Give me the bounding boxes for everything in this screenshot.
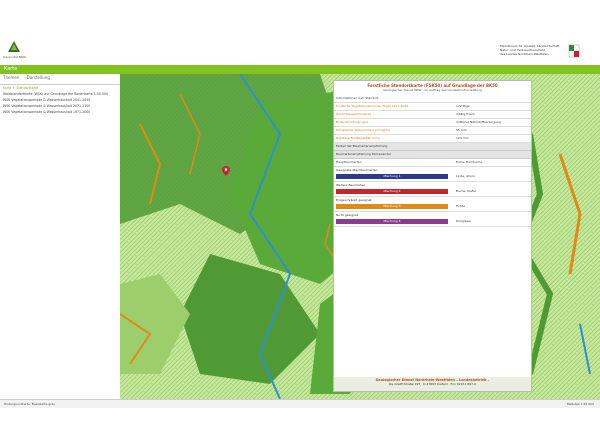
- tab-themen[interactable]: Themen: [3, 75, 19, 80]
- recommend-row: Weitere Baumarten Mischung 2 Buche, Kief…: [334, 182, 531, 197]
- recommend-label: Geeignete Mischbaumarten: [336, 168, 378, 172]
- info-key: Forstliche Vegetationsperiode (Tage) 197…: [336, 104, 409, 108]
- recommend-label: Hauptbaumarten: [336, 160, 362, 164]
- popup-title: Forstliche Standortkarte (FSK50) auf Gru…: [367, 83, 498, 88]
- info-row: Klimatische Wasserbilanz (mm/Jahr) 55 mm: [334, 127, 531, 135]
- info-value: 172 Tage: [456, 104, 470, 108]
- recommend-value: Eiche, Hainbuche: [456, 160, 483, 164]
- info-value: mäßig frisch: [456, 112, 475, 116]
- scale-label: Maßstab 1:25.000: [566, 402, 594, 406]
- recommend-value: Douglasie: [456, 219, 471, 223]
- tab-darstellung[interactable]: Darstellung: [27, 75, 50, 80]
- recommend-label: Nicht geeignet: [336, 213, 359, 217]
- info-key: Gesamtwasserhaushalt: [336, 112, 372, 116]
- section-header: Modell der Baumartenempfehlung: [334, 143, 531, 151]
- ministry-line-3: des Landes Nordrhein-Westfalen: [500, 52, 549, 56]
- info-row: Gesamtwasserhaushalt mäßig frisch: [334, 111, 531, 119]
- recommend-value: Buche, Kiefer: [456, 189, 477, 193]
- nav-title[interactable]: Karte: [4, 66, 17, 72]
- info-key: Nutzbare Feldkapazität (mm): [336, 136, 380, 140]
- recommend-label: Eingeschränkt geeignet: [336, 198, 372, 202]
- ministry-text: Ministerium für Umwelt, Landwirtschaft, …: [500, 44, 596, 60]
- info-key: Bodenstrukturgruppe: [336, 120, 369, 124]
- logo-caption: Geoportal.NRW: [3, 55, 26, 59]
- info-row: Forstliche Vegetationsperiode (Tage) 197…: [334, 103, 531, 111]
- info-key: Klimatische Wasserbilanz (mm/Jahr): [336, 128, 391, 132]
- geoportal-logo-icon[interactable]: [4, 40, 24, 54]
- info-key: Informationen zum Standort: [336, 96, 379, 100]
- info-value: mittlerer Nährstoffversorgung: [456, 120, 501, 124]
- recommend-value: Linde, Ahorn: [456, 174, 475, 178]
- swatch: Mischung 2: [336, 189, 448, 194]
- info-value: 124 mm: [456, 136, 469, 140]
- swatch: Mischung 1: [336, 174, 448, 179]
- footer-text: De-Greiff-Straße 195 · D-47803 Krefeld ·…: [389, 382, 476, 386]
- layer-item[interactable]: WSK Vegetationsperiode & Wasserhaushalt …: [0, 109, 120, 115]
- recommend-value: Fichte: [456, 204, 465, 208]
- section-header: Baumartenempfehlung Klimawandel: [334, 151, 531, 159]
- info-row: Informationen zum Standort: [334, 95, 531, 103]
- recommend-row: Hauptbaumarten Eiche, Hainbuche: [334, 159, 531, 167]
- nrw-crest-icon: [568, 44, 580, 58]
- top-navigation-bar: Karte: [0, 65, 600, 74]
- status-bar: Hintergrundkarte: Basiskarte grau Maßsta…: [0, 399, 600, 408]
- recommend-row: Geeignete Mischbaumarten Mischung 1 Lind…: [334, 167, 531, 182]
- layer-panel: Themen Darstellung Karte + Standortkarte…: [0, 74, 121, 399]
- popup-footer: Geologischer Dienst Nordrhein-Westfalen …: [334, 377, 531, 391]
- basemap-label[interactable]: Hintergrundkarte: Basiskarte grau: [4, 402, 55, 406]
- info-row: Bodenstrukturgruppe mittlerer Nährstoffve…: [334, 119, 531, 127]
- swatch: Mischung 4: [336, 219, 448, 224]
- info-row: Nutzbare Feldkapazität (mm) 124 mm: [334, 135, 531, 143]
- recommend-row: Eingeschränkt geeignet Mischung 3 Fichte: [334, 197, 531, 212]
- panel-tabs: Themen Darstellung: [0, 74, 120, 85]
- location-pin-icon[interactable]: [222, 166, 230, 176]
- recommend-row: Nicht geeignet Mischung 4 Douglasie: [334, 212, 531, 227]
- swatch: Mischung 3: [336, 204, 448, 209]
- info-value: 55 mm: [456, 128, 467, 132]
- recommend-label: Weitere Baumarten: [336, 183, 366, 187]
- app-header: Geoportal.NRW Ministerium für Umwelt, La…: [0, 0, 600, 64]
- info-popup: Forstliche Standortkarte (FSK50) auf Gru…: [333, 80, 532, 392]
